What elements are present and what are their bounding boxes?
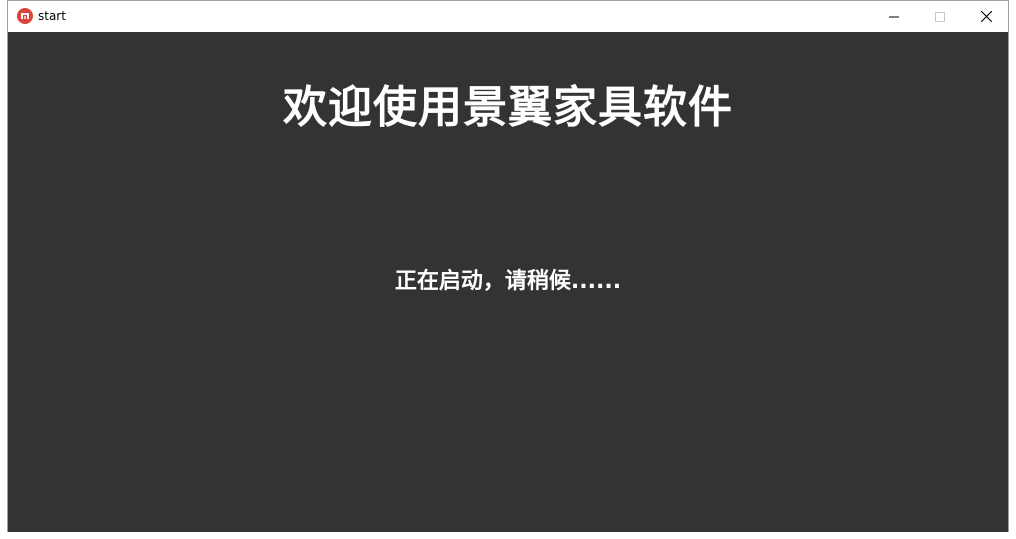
minimize-button[interactable] [871, 1, 917, 31]
close-icon [980, 7, 992, 26]
welcome-heading: 欢迎使用景翼家具软件 [283, 82, 733, 133]
app-logo-icon [17, 8, 33, 24]
window-title: start [38, 9, 66, 23]
title-bar[interactable]: start [8, 1, 1008, 32]
app-window: start 欢迎使用景翼家具软件 正在启动，请稍候...... [7, 0, 1009, 532]
maximize-button[interactable] [917, 1, 963, 31]
minimize-icon [889, 7, 899, 26]
maximize-icon [935, 7, 945, 26]
loading-status-text: 正在启动，请稍候...... [394, 269, 622, 294]
close-button[interactable] [963, 1, 1009, 31]
splash-screen: 欢迎使用景翼家具软件 正在启动，请稍候...... [8, 32, 1008, 532]
